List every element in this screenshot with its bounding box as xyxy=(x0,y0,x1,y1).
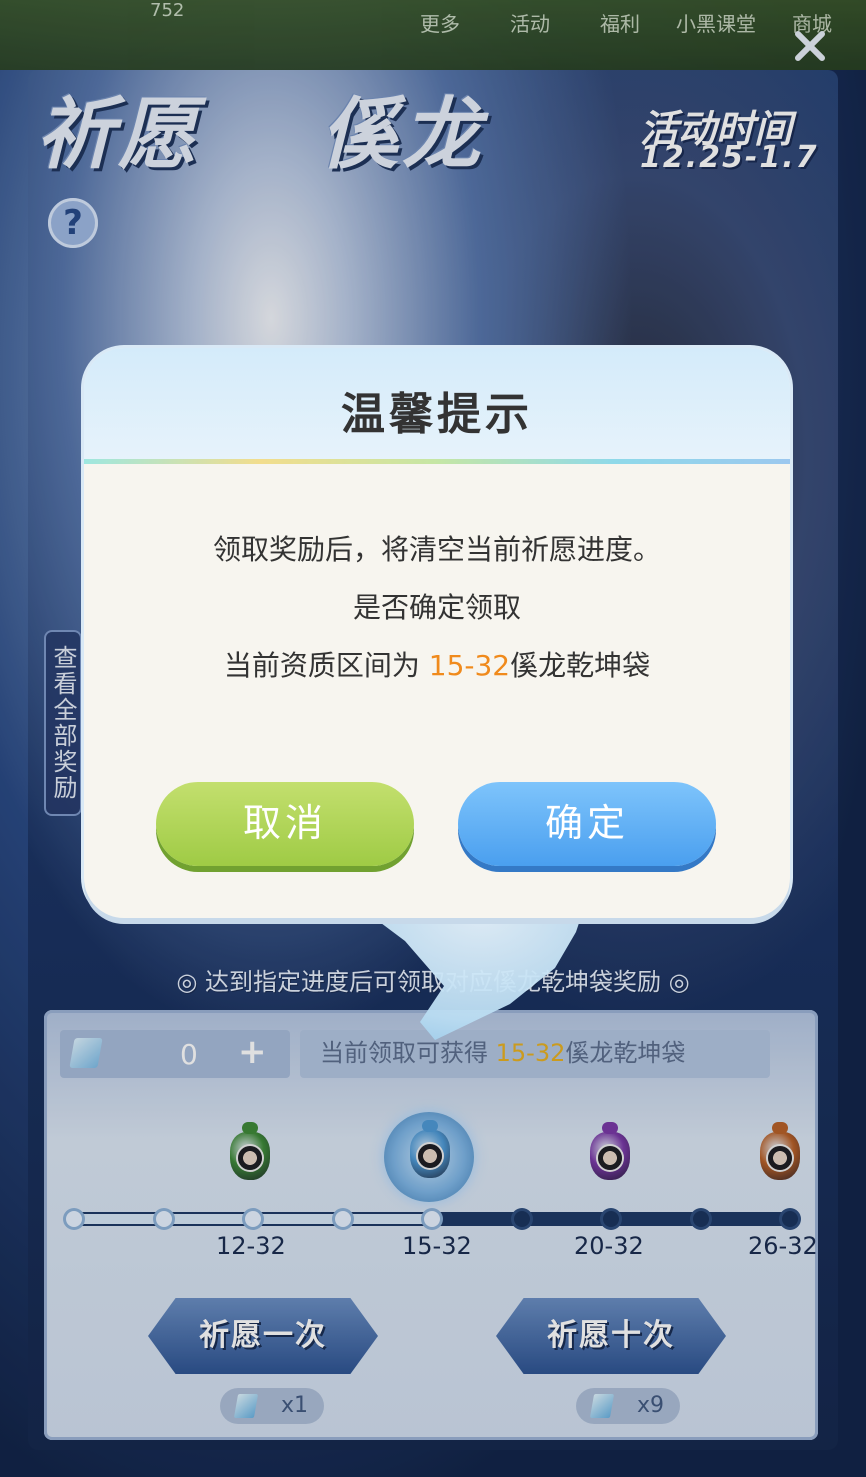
dialog-title: 温馨提示 xyxy=(341,389,533,440)
cancel-button[interactable]: 取消 xyxy=(156,782,414,866)
confirm-button[interactable]: 确定 xyxy=(458,782,716,866)
dialog-message-3-prefix: 当前资质区间为 xyxy=(223,649,429,682)
confirm-dialog: 温馨提示 领取奖励后，将清空当前祈愿进度。 是否确定领取 当前资质区间为 15-… xyxy=(84,348,790,918)
dialog-range: 15-32 xyxy=(428,649,511,682)
dialog-message-3: 当前资质区间为 15-32傒龙乾坤袋 xyxy=(84,644,790,684)
dialog-message-3-suffix: 傒龙乾坤袋 xyxy=(510,649,651,682)
dialog-divider xyxy=(84,459,790,464)
dialog-message-2: 是否确定领取 xyxy=(352,591,521,624)
game-screen: 752 更多 活动 福利 小黑课堂 商城 祈愿 傒龙 活动时间 12.25-1.7… xyxy=(0,0,866,1477)
dialog-message-1: 领取奖励后，将清空当前祈愿进度。 xyxy=(212,533,661,566)
